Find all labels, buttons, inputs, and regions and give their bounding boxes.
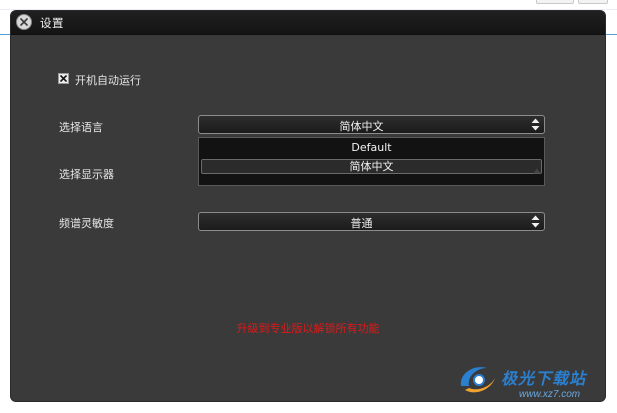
language-select-value: 简体中文 <box>339 120 384 133</box>
updown-arrows-icon <box>531 215 540 228</box>
language-select[interactable]: 简体中文 <box>198 115 545 134</box>
title-bar: 设置 <box>11 11 605 35</box>
watermark-logo-icon <box>460 367 495 393</box>
language-option-simplified-chinese[interactable]: 简体中文 <box>201 159 542 174</box>
checkmark-x-icon <box>60 75 67 82</box>
language-label: 选择语言 <box>59 121 103 134</box>
autostart-label[interactable]: 开机自动运行 <box>75 72 141 88</box>
settings-dialog: 设置 开机自动运行 选择语言 简体中文 选择显示器 Default 简体中文 频… <box>11 11 605 401</box>
upgrade-notice[interactable]: 升级到专业版以解锁所有功能 <box>11 320 605 336</box>
background-accent-line <box>606 34 617 35</box>
background-button <box>536 0 574 4</box>
watermark-url: www.xz7.com <box>519 389 581 400</box>
autostart-checkbox[interactable] <box>58 73 69 84</box>
language-dropdown-list: Default 简体中文 <box>198 137 545 186</box>
watermark: 极光下载站 www.xz7.com <box>455 360 615 410</box>
watermark-text: 极光下载站 <box>501 369 587 388</box>
sensitivity-select-value: 普通 <box>350 217 373 230</box>
updown-arrows-icon <box>531 118 540 131</box>
close-button[interactable] <box>16 14 32 30</box>
background-button <box>578 0 608 4</box>
dialog-title: 设置 <box>40 16 64 30</box>
close-icon <box>20 18 28 26</box>
background-divider <box>0 9 617 10</box>
sensitivity-label: 频谱灵敏度 <box>59 217 114 230</box>
display-label: 选择显示器 <box>59 168 114 181</box>
scroll-arrow-icon <box>533 168 541 174</box>
language-option-default[interactable]: Default <box>199 141 544 157</box>
sensitivity-select[interactable]: 普通 <box>198 212 545 231</box>
